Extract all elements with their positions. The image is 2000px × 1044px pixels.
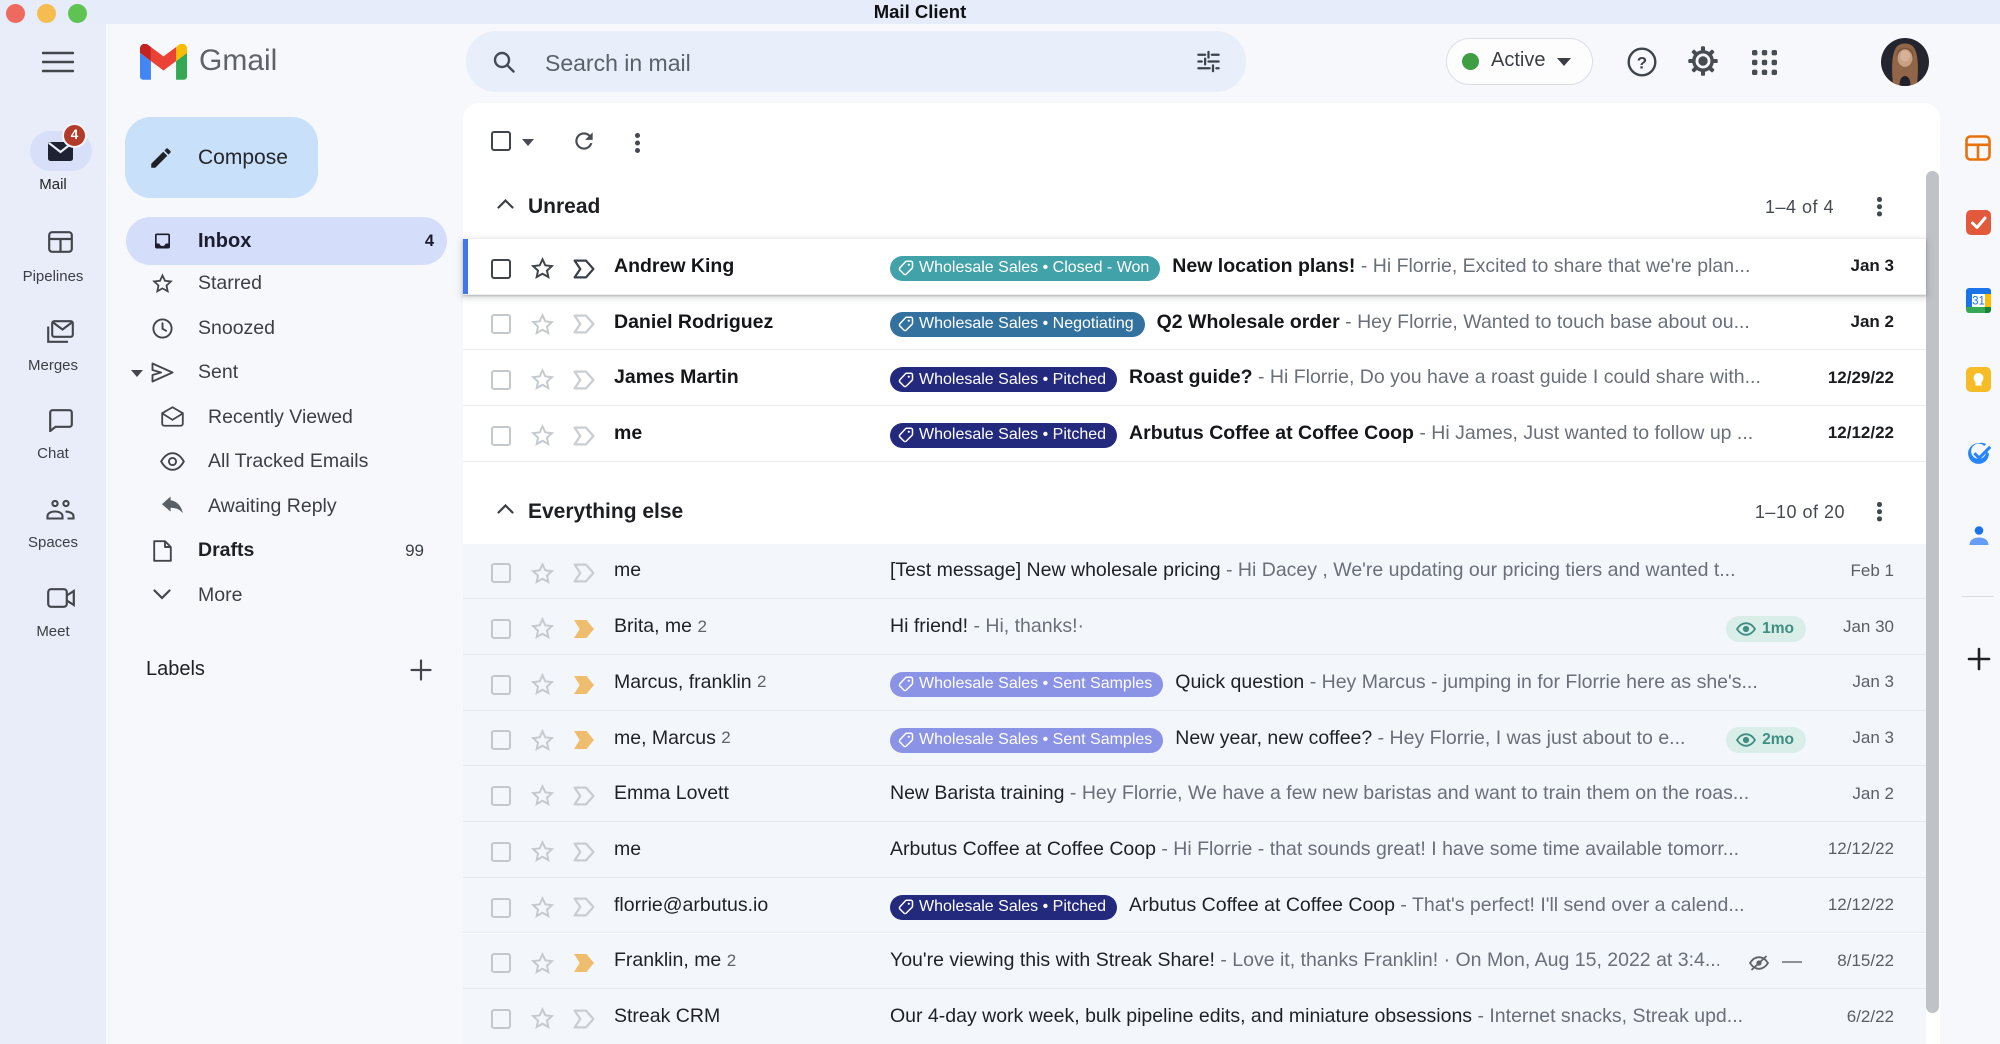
svg-text:?: ?	[1637, 54, 1647, 73]
svg-text:31: 31	[1972, 296, 1985, 308]
